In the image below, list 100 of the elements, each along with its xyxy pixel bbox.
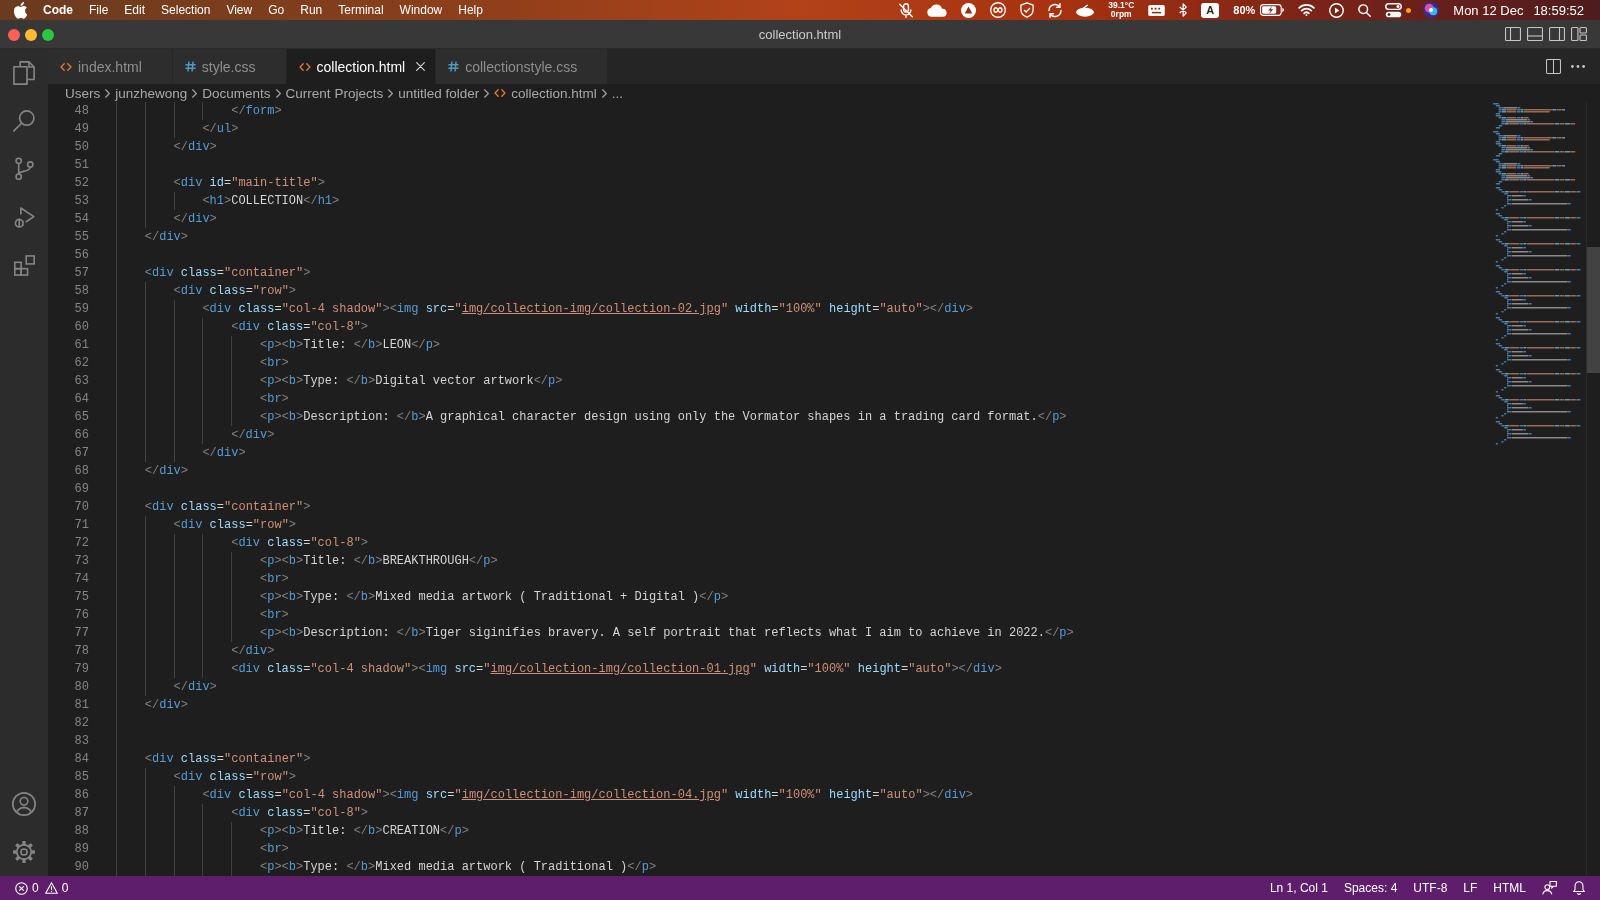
chevron-right-icon xyxy=(105,88,111,98)
temperature-reading: 39.1°C xyxy=(1108,1,1135,10)
split-editor-icon[interactable] xyxy=(1546,59,1561,74)
file-path-link[interactable]: img/collection-img/collection-04.jpg xyxy=(461,788,721,802)
menu-item[interactable]: Edit xyxy=(124,3,146,17)
wifi-icon[interactable] xyxy=(1298,4,1316,16)
more-actions-icon[interactable] xyxy=(1571,65,1585,68)
line-number: 75 xyxy=(73,589,90,606)
breadcrumb-item[interactable]: junzhewong xyxy=(115,85,188,101)
sidebar-right-icon[interactable] xyxy=(1549,27,1565,41)
code-brackets-icon xyxy=(298,62,311,71)
line-number: 80 xyxy=(73,679,90,696)
apple-logo-icon[interactable] xyxy=(14,1,27,19)
minimize-window-button[interactable] xyxy=(25,29,37,41)
line-number: 74 xyxy=(73,571,90,588)
colorful-orb-icon[interactable] xyxy=(1423,2,1440,18)
line-number: 89 xyxy=(73,841,90,858)
line-number: 72 xyxy=(73,535,90,552)
panel-bottom-icon[interactable] xyxy=(1527,27,1543,41)
file-path-link[interactable]: img/collection-img/collection-02.jpg xyxy=(461,302,721,316)
breadcrumb-item[interactable]: ... xyxy=(611,85,624,101)
menu-item[interactable]: Window xyxy=(399,3,443,17)
zoom-window-button[interactable] xyxy=(42,29,54,41)
minimap-drawing[interactable] xyxy=(1493,103,1581,447)
menu-item[interactable]: Selection xyxy=(161,3,211,17)
menu-item[interactable]: Go xyxy=(268,3,285,17)
muted-microphone-icon[interactable] xyxy=(899,2,914,18)
bowl-icon[interactable] xyxy=(1076,3,1095,17)
code-line: </div> xyxy=(116,696,188,714)
editor-tab[interactable]: style.css xyxy=(172,49,287,84)
line-number: 55 xyxy=(73,229,90,246)
code-line: </ul> xyxy=(116,120,239,138)
menu-item[interactable]: Terminal xyxy=(338,3,384,17)
play-circle-icon[interactable] xyxy=(1329,2,1345,18)
file-path-link[interactable]: img/collection-img/collection-01.jpg xyxy=(490,662,750,676)
line-number: 58 xyxy=(73,283,90,300)
line-number: 90 xyxy=(73,859,90,876)
circular-arrows-icon[interactable] xyxy=(1048,2,1063,18)
close-window-button[interactable] xyxy=(8,29,20,41)
status-bar-item[interactable]: LF xyxy=(1463,881,1478,895)
code-line: <p><b>Type: </b>Mixed media artwork ( Traditional )</p> xyxy=(116,858,657,876)
bell-icon[interactable] xyxy=(1573,881,1585,895)
status-bar-item[interactable]: HTML xyxy=(1493,881,1526,895)
problems-indicator[interactable]: 0 0 xyxy=(15,881,71,895)
source-control-icon[interactable] xyxy=(14,157,34,181)
code-line: <p><b>Description: </b>Tiger siginifies bravery. A self portrait that reflects what I aim to achieve in 2022.</p> xyxy=(116,624,1074,642)
scrollbar-thumb[interactable] xyxy=(1587,247,1600,373)
breadcrumb-item[interactable]: untitled folder xyxy=(398,85,480,101)
menu-bar-clock[interactable]: 18:59:52 xyxy=(1533,2,1584,18)
infinity-circle-icon[interactable] xyxy=(990,2,1007,18)
code-line: <br> xyxy=(116,606,289,624)
bluetooth-icon[interactable] xyxy=(1179,3,1188,17)
editor-tab[interactable]: index.html xyxy=(48,49,173,84)
breadcrumb-item[interactable]: collection.html xyxy=(494,85,597,101)
menu-item[interactable]: View xyxy=(226,3,253,17)
code-line: <div class="row"> xyxy=(116,282,297,300)
feedback-icon[interactable] xyxy=(1542,881,1557,895)
hash-icon xyxy=(448,61,460,72)
run-debug-icon[interactable] xyxy=(13,206,35,228)
code-line: <div class="row"> xyxy=(116,768,297,786)
line-number: 49 xyxy=(73,121,90,138)
layout-grid-icon[interactable] xyxy=(1571,27,1587,41)
input-source-indicator[interactable]: A xyxy=(1201,2,1220,18)
status-bar-item[interactable]: Spaces: 4 xyxy=(1343,881,1398,895)
triangle-circle-icon[interactable] xyxy=(961,2,977,18)
menu-item[interactable]: Help xyxy=(458,3,483,17)
close-icon[interactable] xyxy=(415,62,425,71)
shield-check-icon[interactable] xyxy=(1020,2,1035,18)
extensions-icon[interactable] xyxy=(13,254,35,276)
menu-item[interactable]: File xyxy=(89,3,109,17)
code-line: </div> xyxy=(116,228,188,246)
menu-item[interactable]: Run xyxy=(300,3,323,17)
battery-charging-icon[interactable] xyxy=(1260,4,1285,16)
cloud-icon[interactable] xyxy=(927,3,948,17)
account-icon[interactable] xyxy=(12,792,36,816)
editor-tab[interactable]: collection.html xyxy=(286,49,437,84)
files-icon[interactable] xyxy=(13,61,35,85)
line-number: 52 xyxy=(73,175,90,192)
sidebar-left-icon[interactable] xyxy=(1505,27,1521,41)
settings-icon[interactable] xyxy=(13,841,35,863)
app-menu[interactable]: Code xyxy=(43,3,73,17)
keyboard-icon[interactable] xyxy=(1148,4,1166,16)
breadcrumb-item[interactable]: Users xyxy=(65,85,101,101)
status-bar-item[interactable]: UTF-8 xyxy=(1413,881,1448,895)
code-line: <br> xyxy=(116,840,289,858)
toggle-switches-icon[interactable] xyxy=(1385,2,1403,18)
fan-speed-reading: 0rpm xyxy=(1110,10,1132,19)
code-brackets-icon xyxy=(60,62,72,71)
code-line: <p><b>Title: </b>CREATION</p> xyxy=(116,822,469,840)
breadcrumb-item[interactable]: Current Projects xyxy=(285,85,384,101)
menu-bar-date[interactable]: Mon 12 Dec xyxy=(1453,2,1524,18)
breadcrumb-item[interactable]: Documents xyxy=(202,85,271,101)
code-line: <div class="col-4 shadow"><img src="img/collection-img/collection-01.jpg" width="100%" height="auto"></div> xyxy=(116,660,1002,678)
code-line: <div class="col-8"> xyxy=(116,804,369,822)
line-number: 62 xyxy=(73,355,90,372)
editor-tab[interactable]: collectionstyle.css xyxy=(436,49,609,84)
status-bar-item[interactable]: Ln 1, Col 1 xyxy=(1269,881,1328,895)
line-number: 77 xyxy=(73,625,90,642)
status-dot-icon xyxy=(1406,7,1412,13)
search-icon[interactable] xyxy=(1358,3,1372,17)
